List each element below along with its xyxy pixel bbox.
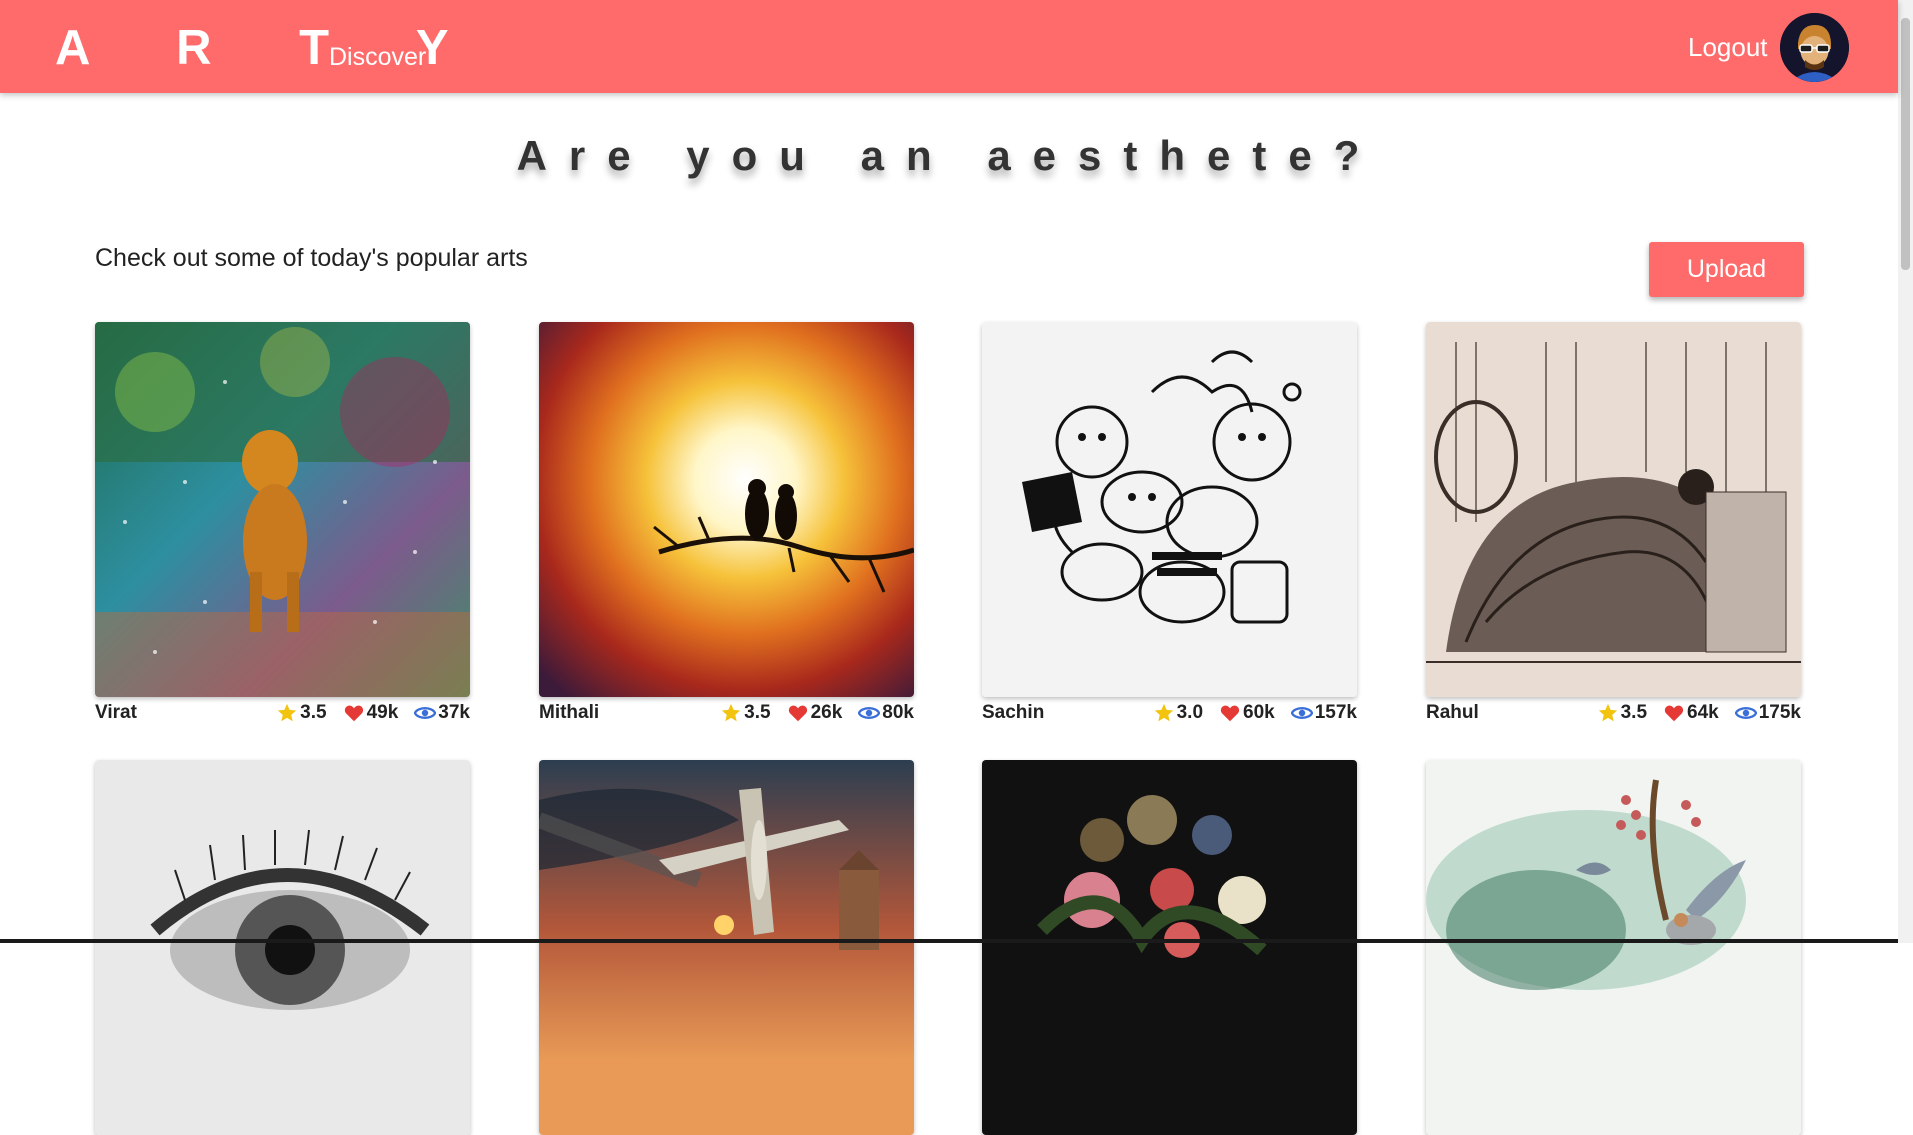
star-icon bbox=[1154, 703, 1173, 722]
star-icon bbox=[1598, 703, 1617, 722]
likes-count: 64k bbox=[1687, 702, 1719, 723]
rating-value: 3.5 bbox=[300, 702, 327, 723]
art-image[interactable] bbox=[982, 322, 1357, 697]
art-card[interactable]: Virat 3.5 49k 37k bbox=[95, 322, 470, 728]
scrollbar-thumb[interactable] bbox=[1901, 18, 1910, 270]
rating-value: 3.5 bbox=[744, 702, 771, 723]
views-count: 80k bbox=[882, 702, 914, 723]
art-image[interactable] bbox=[1426, 760, 1801, 1135]
art-image[interactable] bbox=[539, 322, 914, 697]
rating-value: 3.5 bbox=[1620, 702, 1648, 723]
upload-button[interactable]: Upload bbox=[1649, 242, 1804, 297]
art-image[interactable] bbox=[95, 760, 470, 1135]
rating-value: 3.0 bbox=[1176, 702, 1204, 723]
views-count: 37k bbox=[438, 702, 470, 723]
artist-name[interactable]: Rahul bbox=[1426, 702, 1479, 724]
art-card[interactable]: Sachin 3.0 60k 157k bbox=[982, 322, 1357, 728]
avatar-icon bbox=[1780, 13, 1849, 82]
page-headline: Are you an aesthete? bbox=[516, 132, 1382, 179]
heart-icon[interactable] bbox=[1663, 702, 1685, 724]
user-avatar[interactable] bbox=[1780, 13, 1849, 82]
art-image[interactable] bbox=[1426, 322, 1801, 697]
art-card[interactable] bbox=[539, 760, 914, 1135]
top-navbar: A R T Y Discover Logout bbox=[0, 0, 1898, 93]
art-card[interactable] bbox=[982, 760, 1357, 1135]
art-image[interactable] bbox=[982, 760, 1357, 1135]
artist-name[interactable]: Virat bbox=[95, 702, 137, 724]
eye-icon bbox=[1734, 707, 1757, 719]
art-card[interactable]: Rahul 3.5 64k 175k bbox=[1426, 322, 1801, 728]
likes-count: 26k bbox=[810, 702, 843, 723]
art-card[interactable]: Mithali 3.5 26k 80k bbox=[539, 322, 914, 728]
art-card[interactable] bbox=[95, 760, 470, 1135]
heart-icon[interactable] bbox=[787, 702, 809, 724]
window-bottom-edge bbox=[0, 939, 1898, 943]
art-image[interactable] bbox=[539, 760, 914, 1135]
discover-link[interactable]: Discover bbox=[329, 42, 426, 72]
views-count: 175k bbox=[1758, 702, 1801, 723]
heart-icon[interactable] bbox=[343, 702, 365, 724]
eye-icon bbox=[1290, 707, 1313, 719]
star-icon bbox=[278, 703, 297, 722]
eye-icon bbox=[858, 707, 881, 719]
likes-count: 49k bbox=[366, 702, 399, 723]
likes-count: 60k bbox=[1243, 702, 1275, 723]
star-icon bbox=[722, 703, 741, 722]
heart-icon[interactable] bbox=[1219, 702, 1241, 724]
vertical-scrollbar[interactable] bbox=[1898, 0, 1913, 943]
section-subtitle: Check out some of today's popular arts bbox=[95, 244, 528, 272]
logout-link[interactable]: Logout bbox=[1688, 32, 1768, 62]
artist-name[interactable]: Sachin bbox=[982, 702, 1044, 724]
views-count: 157k bbox=[1314, 702, 1357, 723]
eye-icon bbox=[414, 707, 437, 719]
artist-name[interactable]: Mithali bbox=[539, 702, 599, 724]
art-card[interactable] bbox=[1426, 760, 1801, 1135]
art-image[interactable] bbox=[95, 322, 470, 697]
